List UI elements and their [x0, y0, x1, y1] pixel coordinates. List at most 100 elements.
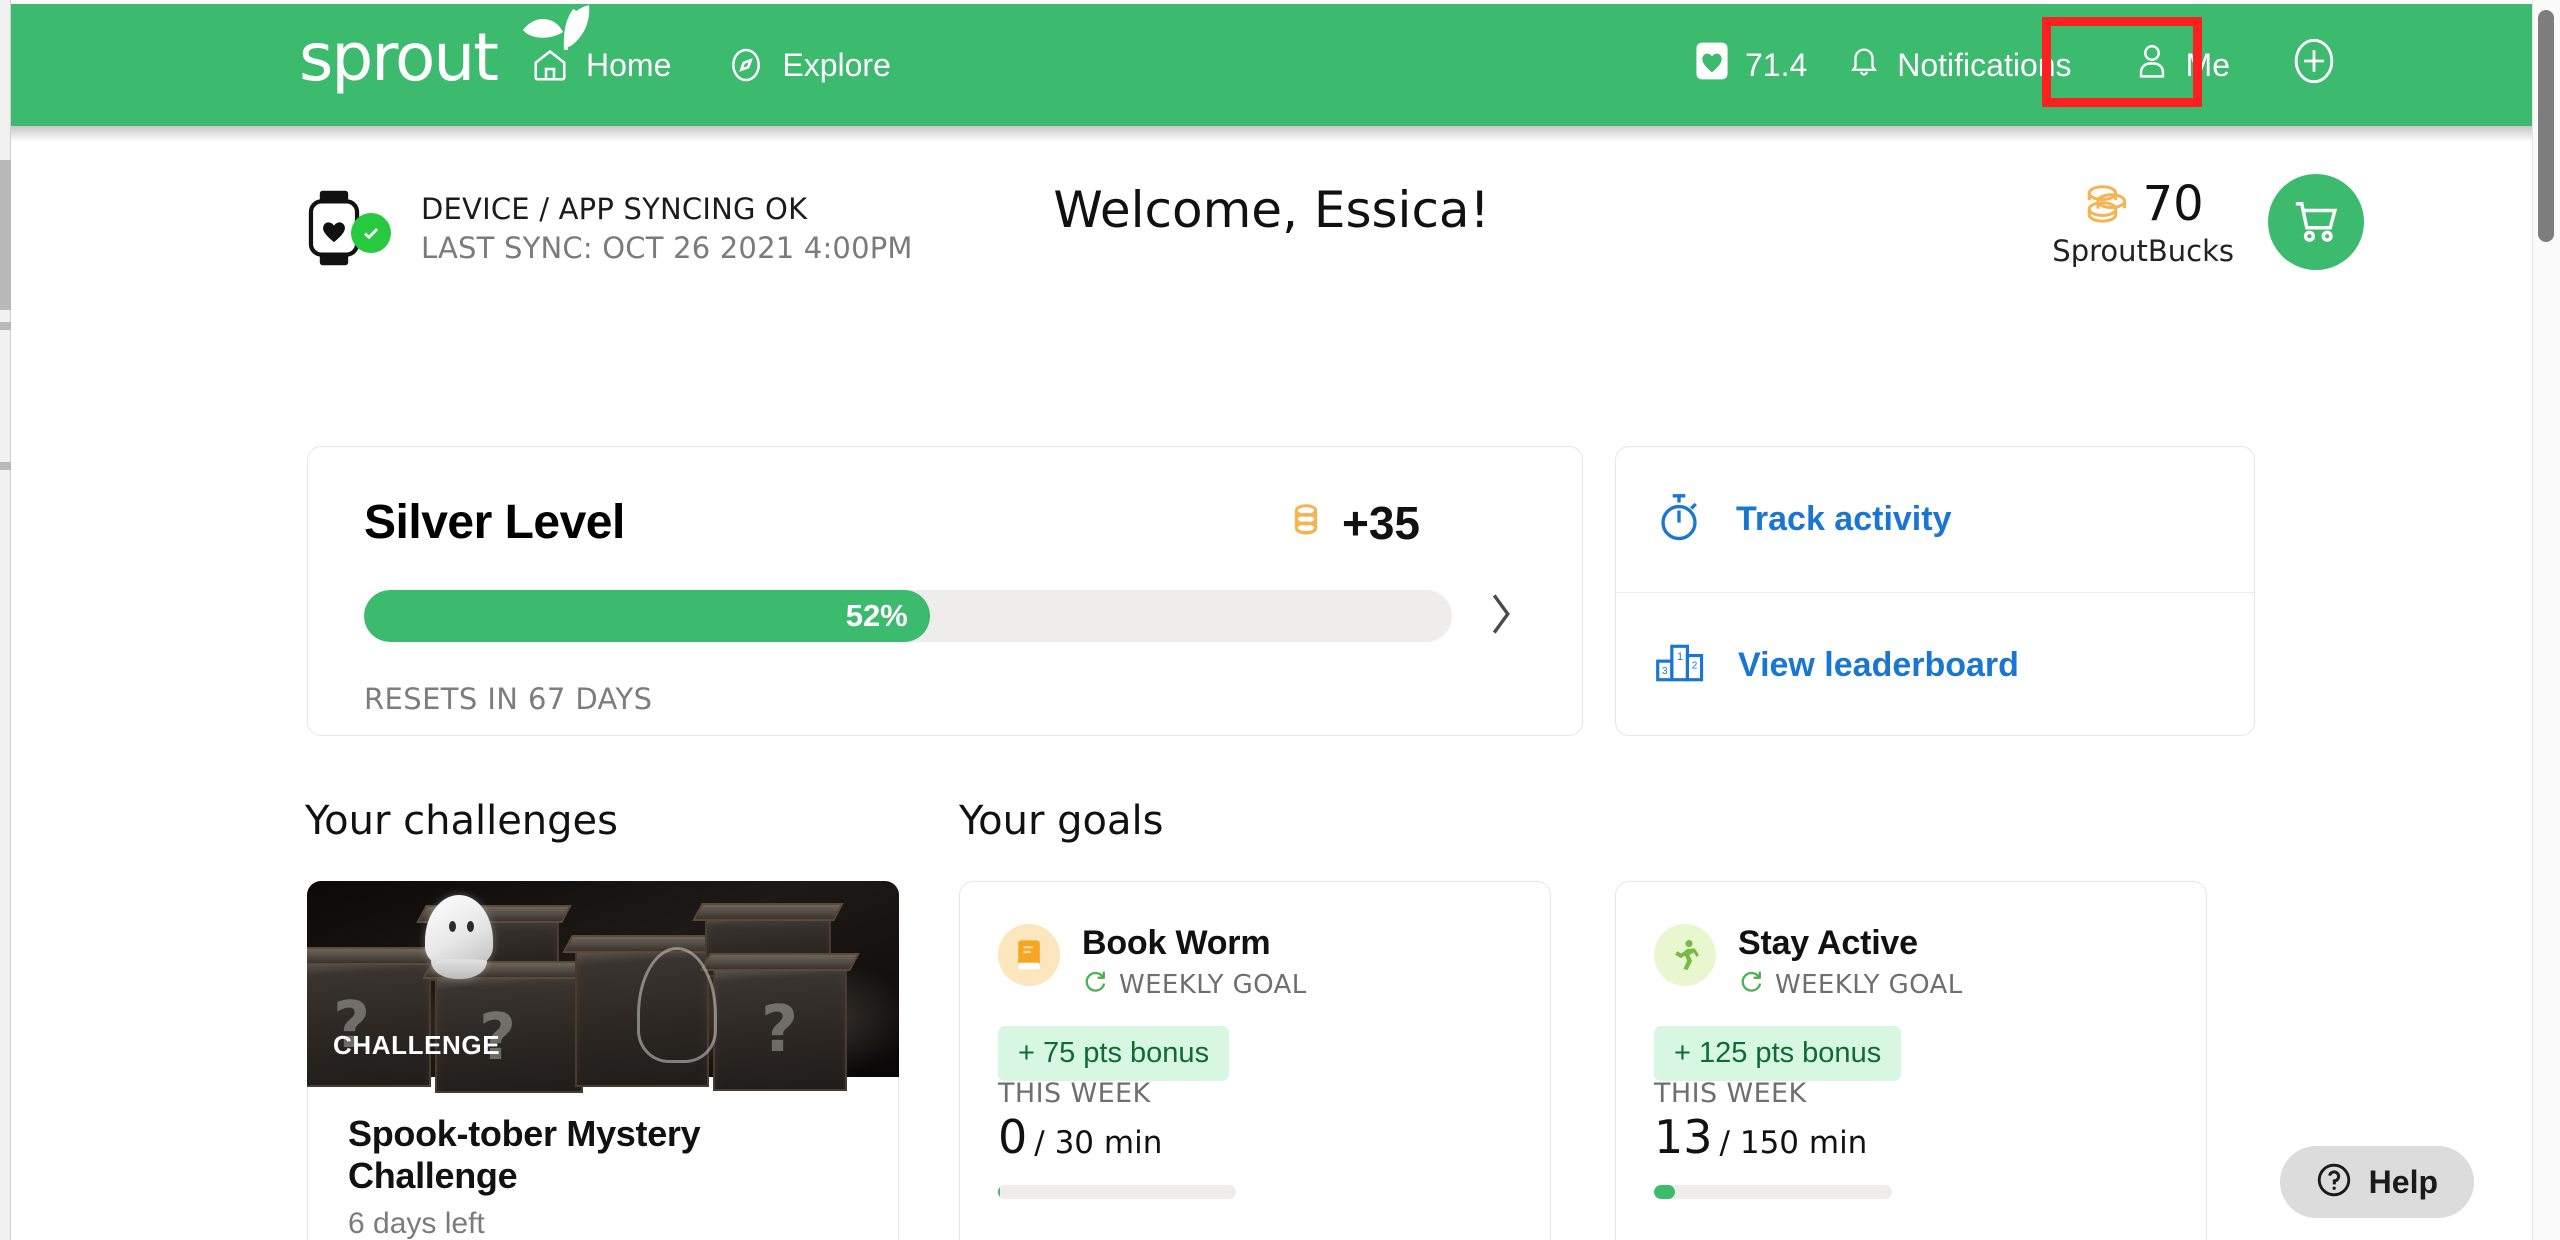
chrome-notch [0, 462, 11, 470]
goal-card-stay-active[interactable]: Stay Active WEEKLY GOAL + 125 pts bonus … [1615, 881, 2207, 1240]
goals-section-title: Your goals [959, 798, 1164, 844]
track-activity-action[interactable]: Track activity [1616, 447, 2254, 592]
goal-progress-fill [1654, 1185, 1676, 1199]
notifications-label: Notifications [1897, 46, 2072, 83]
chrome-notch [0, 322, 11, 330]
compass-icon [727, 46, 765, 84]
level-reset-text: RESETS IN 67 DAYS [364, 682, 653, 716]
challenge-body: Spook-tober Mystery Challenge 6 days lef… [307, 1077, 899, 1240]
challenges-section-title: Your challenges [305, 798, 618, 844]
nav-item-home[interactable]: Home [531, 46, 671, 84]
level-progress-fill: 52% [364, 590, 930, 642]
goal-header: Stay Active WEEKLY GOAL [1654, 924, 2168, 1000]
nav-item-explore[interactable]: Explore [727, 46, 891, 84]
goal-progress-bar [1654, 1185, 1892, 1199]
goal-week-label: THIS WEEK [998, 1078, 1151, 1109]
me-label: Me [2185, 46, 2230, 83]
challenge-card[interactable]: ? ? ? ? [307, 881, 899, 1240]
track-activity-label: Track activity [1736, 500, 1952, 538]
quick-actions-card: Track activity 1 2 3 View leaderboard [1615, 446, 2255, 736]
brand-logo[interactable]: sprout [299, 5, 590, 96]
crate: ? [700, 953, 860, 1091]
app-viewport: sprout Home Explore 71.4 Notifications M… [0, 0, 2560, 1240]
sproutbucks-area: 70 SproutBucks [2052, 174, 2364, 270]
chrome-notch [0, 160, 11, 310]
challenge-days-left: 6 days left [348, 1207, 485, 1240]
goal-total-value: / 30 min [1034, 1125, 1163, 1161]
goal-title-block: Stay Active WEEKLY GOAL [1738, 924, 1963, 1000]
level-title: Silver Level [364, 496, 625, 549]
goal-progress-fill [998, 1185, 1001, 1199]
goal-cadence-label: WEEKLY GOAL [1119, 969, 1307, 1000]
level-progress-label: 52% [845, 598, 908, 633]
goal-title-block: Book Worm WEEKLY GOAL [1082, 924, 1307, 1000]
app-header: sprout Home Explore 71.4 Notifications M… [11, 4, 2532, 126]
podium-icon: 1 2 3 [1654, 640, 1706, 691]
refresh-icon [1082, 969, 1108, 1000]
goal-current-value: 13 [1654, 1110, 1713, 1164]
coins-icon [2083, 180, 2129, 229]
brand-wordmark: sprout [299, 19, 499, 96]
header-actions: 71.4 Notifications Me [1695, 4, 2336, 126]
plus-circle-icon [2292, 36, 2336, 94]
nav-label-explore: Explore [782, 46, 891, 83]
level-card-header: Silver Level +35 [364, 495, 1526, 550]
goal-name: Book Worm [1082, 924, 1271, 962]
refresh-icon [1738, 969, 1764, 1000]
view-leaderboard-label: View leaderboard [1738, 645, 2019, 684]
challenge-name: Spook-tober Mystery Challenge [348, 1113, 701, 1196]
cart-button[interactable] [2268, 174, 2364, 270]
level-bonus-value: +35 [1341, 496, 1420, 549]
level-progress-row: 52% [364, 590, 1526, 642]
window-left-chrome [0, 0, 11, 1240]
ghost-eye [449, 921, 456, 932]
svg-text:2: 2 [1692, 660, 1698, 671]
level-card[interactable]: Silver Level +35 52% RESETS IN 67 DAYS [307, 446, 1583, 736]
challenge-image: ? ? ? ? [307, 881, 899, 1093]
goal-header: Book Worm WEEKLY GOAL [998, 924, 1512, 1000]
runner-icon [1654, 924, 1716, 986]
sproutbucks-balance[interactable]: 70 SproutBucks [2052, 176, 2234, 268]
svg-text:3: 3 [1662, 666, 1668, 677]
heart-card-icon [1695, 41, 1729, 89]
scrollbar-thumb[interactable] [2538, 10, 2554, 242]
stopwatch-icon [1654, 491, 1704, 548]
goal-cadence: WEEKLY GOAL [1082, 969, 1307, 1000]
crate-lid [700, 953, 860, 971]
ghost-eye [467, 921, 474, 932]
help-label: Help [2368, 1163, 2438, 1200]
sproutbucks-label: SproutBucks [2052, 234, 2234, 268]
goal-progress-text: 13 / 150 min [1654, 1110, 1867, 1164]
me-menu-button[interactable]: Me [2112, 34, 2252, 96]
help-button[interactable]: Help [2279, 1146, 2474, 1218]
goal-cadence-label: WEEKLY GOAL [1775, 969, 1963, 1000]
svg-text:1: 1 [1677, 651, 1683, 663]
crate-lid [562, 935, 722, 953]
goal-total-value: / 150 min [1719, 1125, 1868, 1161]
book-icon [998, 924, 1060, 986]
page-scrollbar[interactable] [2532, 0, 2560, 1240]
crate-lid [692, 903, 844, 921]
notifications-button[interactable]: Notifications [1847, 42, 2072, 88]
level-progress-bar: 52% [364, 590, 1452, 642]
crate: ? [307, 947, 444, 1087]
crate-lid [307, 947, 444, 965]
challenge-tag: CHALLENGE [333, 1030, 501, 1060]
goal-card-book-worm[interactable]: Book Worm WEEKLY GOAL + 75 pts bonus THI… [959, 881, 1551, 1240]
health-score[interactable]: 71.4 [1695, 41, 1807, 89]
goal-progress-text: 0 / 30 min [998, 1110, 1162, 1164]
question-mark: ? [761, 993, 799, 1067]
goal-bonus-badge: + 125 pts bonus [1654, 1026, 1902, 1081]
goal-week-label: THIS WEEK [1654, 1078, 1807, 1109]
goal-bonus-badge: + 75 pts bonus [998, 1026, 1230, 1081]
sproutbucks-count: 70 [2142, 176, 2204, 232]
coins-icon [1286, 501, 1326, 544]
header-shadow [11, 126, 2532, 142]
add-button[interactable] [2292, 36, 2336, 94]
question-circle-icon [2316, 1162, 2352, 1203]
home-icon [531, 46, 569, 84]
view-leaderboard-action[interactable]: 1 2 3 View leaderboard [1616, 592, 2254, 735]
chevron-right-icon[interactable] [1488, 592, 1514, 641]
bell-icon [1847, 42, 1881, 88]
person-icon [2134, 42, 2170, 88]
